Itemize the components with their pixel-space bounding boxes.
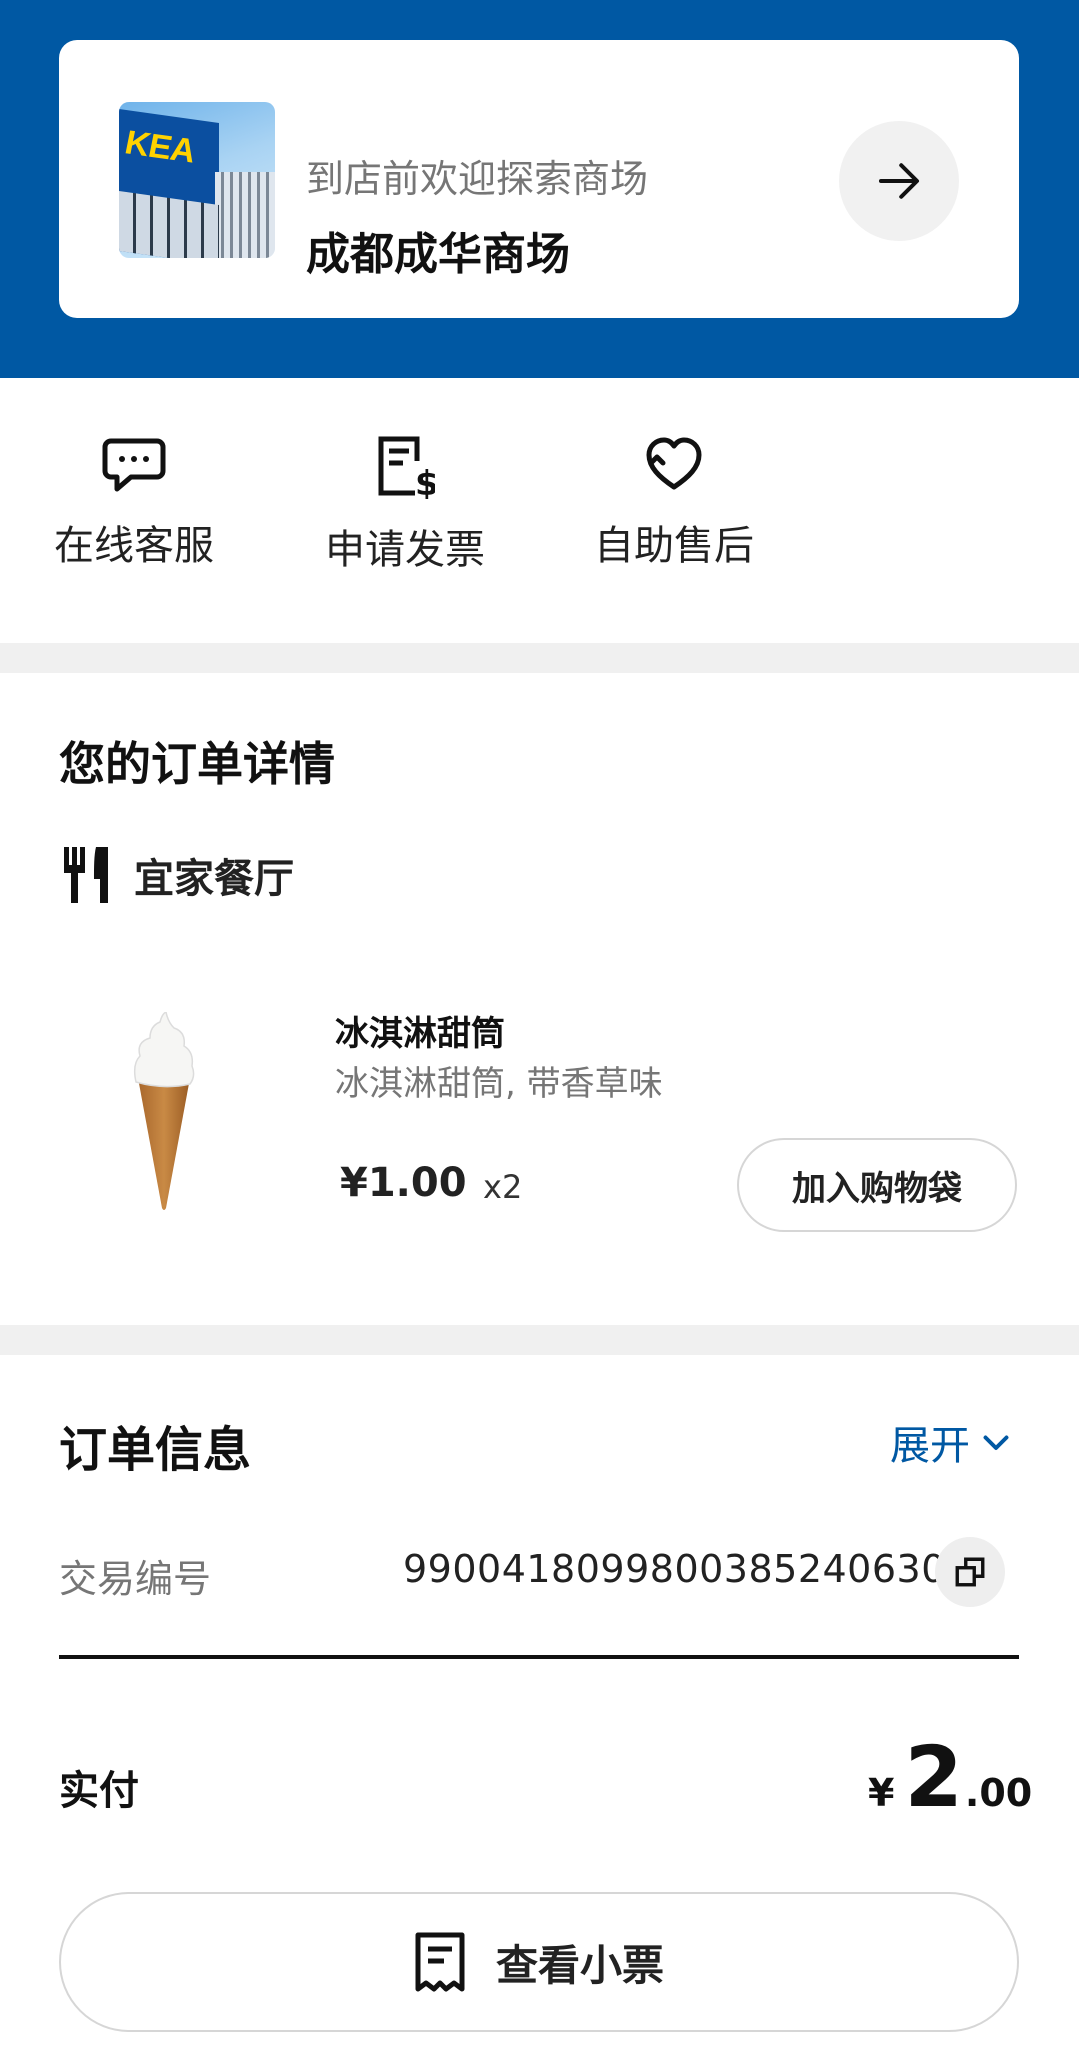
store-image: KEA (119, 102, 275, 258)
section-divider (0, 1325, 1079, 1355)
fork-knife-icon (64, 847, 108, 903)
store-name: 成都成华商场 (306, 229, 570, 280)
section-divider (0, 643, 1079, 673)
order-details-title: 您的订单详情 (59, 737, 335, 791)
service-label: 自助售后 (594, 523, 754, 569)
item-quantity: x2 (483, 1168, 523, 1206)
service-apply-invoice[interactable]: $ 申请发票 (295, 435, 515, 575)
paid-integer: 2 (904, 1728, 963, 1826)
item-price: ¥1.00 (340, 1160, 467, 1206)
paid-decimal: .00 (964, 1771, 1033, 1815)
chevron-down-icon (983, 1435, 1009, 1450)
arrow-right-icon (878, 163, 920, 199)
copy-button[interactable] (935, 1537, 1005, 1607)
receipt-icon (415, 1932, 465, 1992)
paid-amount: ¥ 2 .00 (868, 1735, 1032, 1819)
total-separator (59, 1655, 1019, 1659)
order-info-title: 订单信息 (59, 1422, 252, 1478)
expand-toggle[interactable]: 展开 (890, 1413, 1014, 1471)
restaurant-row: 宜家餐厅 (62, 845, 294, 905)
chat-icon (102, 438, 166, 492)
expand-label: 展开 (890, 1423, 970, 1469)
service-self-aftersales[interactable]: 自助售后 (564, 435, 784, 571)
service-label: 申请发票 (325, 527, 485, 573)
item-description: 冰淇淋甜筒, 带香草味 (335, 1064, 663, 1104)
item-name: 冰淇淋甜筒 (335, 1014, 505, 1054)
store-arrow-button[interactable] (839, 121, 959, 241)
invoice-icon: $ (378, 436, 435, 499)
store-card[interactable]: KEA 到店前欢迎探索商场 成都成华商场 (59, 40, 1019, 318)
ice-cream-cone-image (133, 1012, 195, 1210)
service-label: 在线客服 (54, 523, 214, 569)
paid-currency: ¥ (868, 1771, 895, 1815)
transaction-id: 9900418099800385240630 (403, 1547, 946, 1591)
transaction-label: 交易编号 (59, 1557, 212, 1601)
store-subtitle: 到店前欢迎探索商场 (306, 157, 649, 201)
service-online-support[interactable]: 在线客服 (24, 435, 244, 571)
paid-label: 实付 (59, 1768, 139, 1814)
view-receipt-label: 查看小票 (495, 1940, 664, 1990)
after-sales-icon (646, 437, 702, 490)
view-receipt-button[interactable]: 查看小票 (59, 1892, 1019, 2032)
copy-icon (955, 1557, 985, 1587)
restaurant-name: 宜家餐厅 (134, 856, 294, 902)
svg-text:$: $ (415, 464, 435, 499)
add-to-bag-button[interactable]: 加入购物袋 (737, 1138, 1017, 1232)
